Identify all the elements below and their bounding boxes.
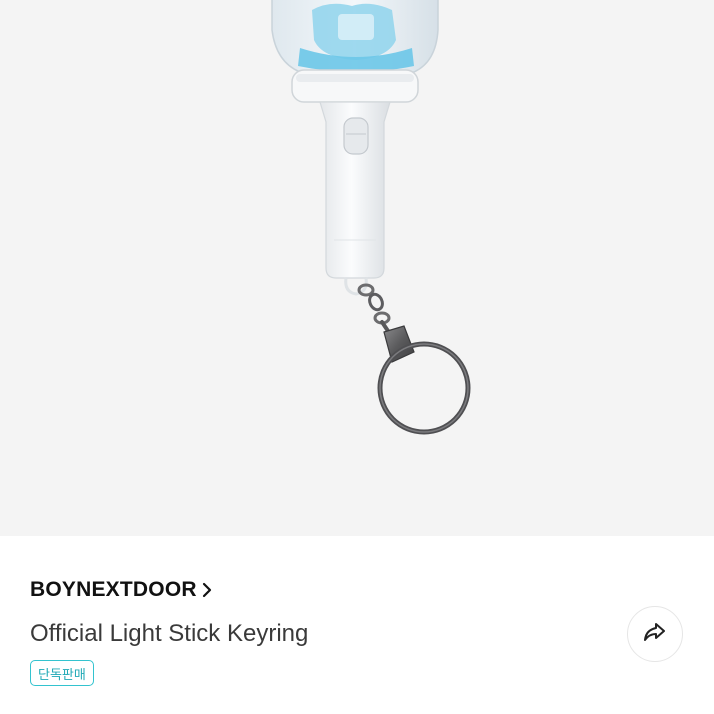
- exclusive-sale-badge: 단독판매: [30, 660, 94, 686]
- product-image[interactable]: [0, 0, 714, 536]
- share-button[interactable]: [627, 606, 683, 662]
- product-info-panel: BOYNEXTDOOR Official Light Stick Keyring…: [0, 536, 714, 714]
- chevron-right-icon: [200, 581, 214, 599]
- light-stick-keyring-illustration: [271, 0, 471, 435]
- brand-name: BOYNEXTDOOR: [30, 578, 197, 601]
- share-arrow-icon: [641, 618, 669, 651]
- product-title: Official Light Stick Keyring: [30, 620, 309, 647]
- brand-link[interactable]: BOYNEXTDOOR: [30, 578, 214, 602]
